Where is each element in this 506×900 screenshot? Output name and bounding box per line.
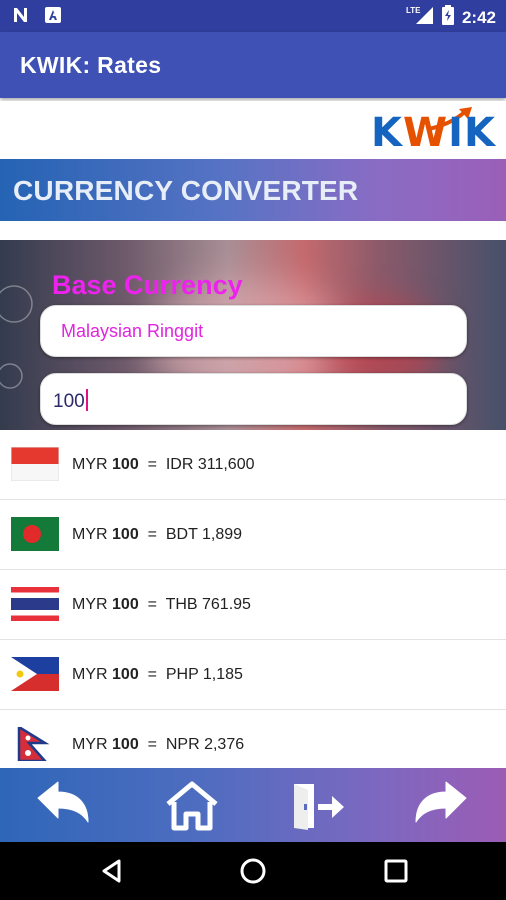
base-currency-select[interactable]: Malaysian Ringgit <box>40 305 467 357</box>
bangladesh-flag-icon <box>11 517 59 551</box>
forward-icon <box>415 781 467 823</box>
rate-text: MYR 100 = THB 761.95 <box>72 596 251 613</box>
list-item: MYR 100 = BDT 1,899 <box>0 500 506 570</box>
list-item: MYR 100 = NPR 2,376 <box>0 710 506 768</box>
exit-button[interactable] <box>288 780 348 832</box>
home-button[interactable] <box>162 780 222 832</box>
system-recents-button[interactable] <box>381 856 411 886</box>
rate-text: MYR 100 = NPR 2,376 <box>72 736 245 753</box>
back-button[interactable] <box>34 780 94 832</box>
base-currency-label: Base Currency <box>52 270 243 300</box>
n-notification-icon <box>12 6 30 29</box>
recents-square-icon <box>384 859 408 883</box>
bottom-action-bar <box>0 768 506 842</box>
philippines-flag-icon <box>11 657 59 691</box>
a-notification-icon <box>44 6 62 29</box>
section-banner: CURRENCY CONVERTER <box>0 159 506 221</box>
exit-icon <box>294 784 344 830</box>
back-icon <box>37 781 89 823</box>
selected-currency-value: Malaysian Ringgit <box>61 321 204 341</box>
thailand-flag-icon <box>11 587 59 621</box>
rate-text: MYR 100 = IDR 311,600 <box>72 456 255 473</box>
status-bar: LTE 2:42 <box>0 0 506 32</box>
converter-panel: Base Currency Malaysian Ringgit 100 <box>0 240 506 430</box>
forward-button[interactable] <box>410 780 470 832</box>
rates-list: MYR 100 = IDR 311,600 MYR 100 = BDT 1,89… <box>0 430 506 768</box>
lte-signal-icon: LTE <box>406 5 434 30</box>
indonesia-flag-icon <box>11 447 59 481</box>
home-icon <box>166 781 218 831</box>
svg-text:LTE: LTE <box>406 6 421 15</box>
amount-value: 100 <box>53 389 88 413</box>
app-bar: KWIK: Rates <box>0 32 506 98</box>
logo-strip: KWIK <box>0 101 506 158</box>
rate-text: MYR 100 = PHP 1,185 <box>72 666 243 683</box>
wifi-decoration-icon <box>0 285 33 389</box>
battery-icon <box>441 5 454 30</box>
system-navigation-bar <box>0 842 506 900</box>
list-item: MYR 100 = THB 761.95 <box>0 570 506 640</box>
app-title: KWIK: Rates <box>20 52 162 78</box>
home-circle-icon <box>240 858 266 884</box>
banner-title: CURRENCY CONVERTER <box>13 175 359 206</box>
nepal-flag-icon <box>17 727 50 761</box>
rate-text: MYR 100 = BDT 1,899 <box>72 526 243 543</box>
status-time: 2:42 <box>461 7 496 27</box>
back-triangle-icon <box>102 859 121 883</box>
system-back-button[interactable] <box>97 856 127 886</box>
system-home-button[interactable] <box>238 856 268 886</box>
amount-input[interactable]: 100 <box>40 373 467 425</box>
list-item: MYR 100 = PHP 1,185 <box>0 640 506 710</box>
list-item: MYR 100 = IDR 311,600 <box>0 430 506 500</box>
kwik-logo: KWIK <box>370 110 496 156</box>
